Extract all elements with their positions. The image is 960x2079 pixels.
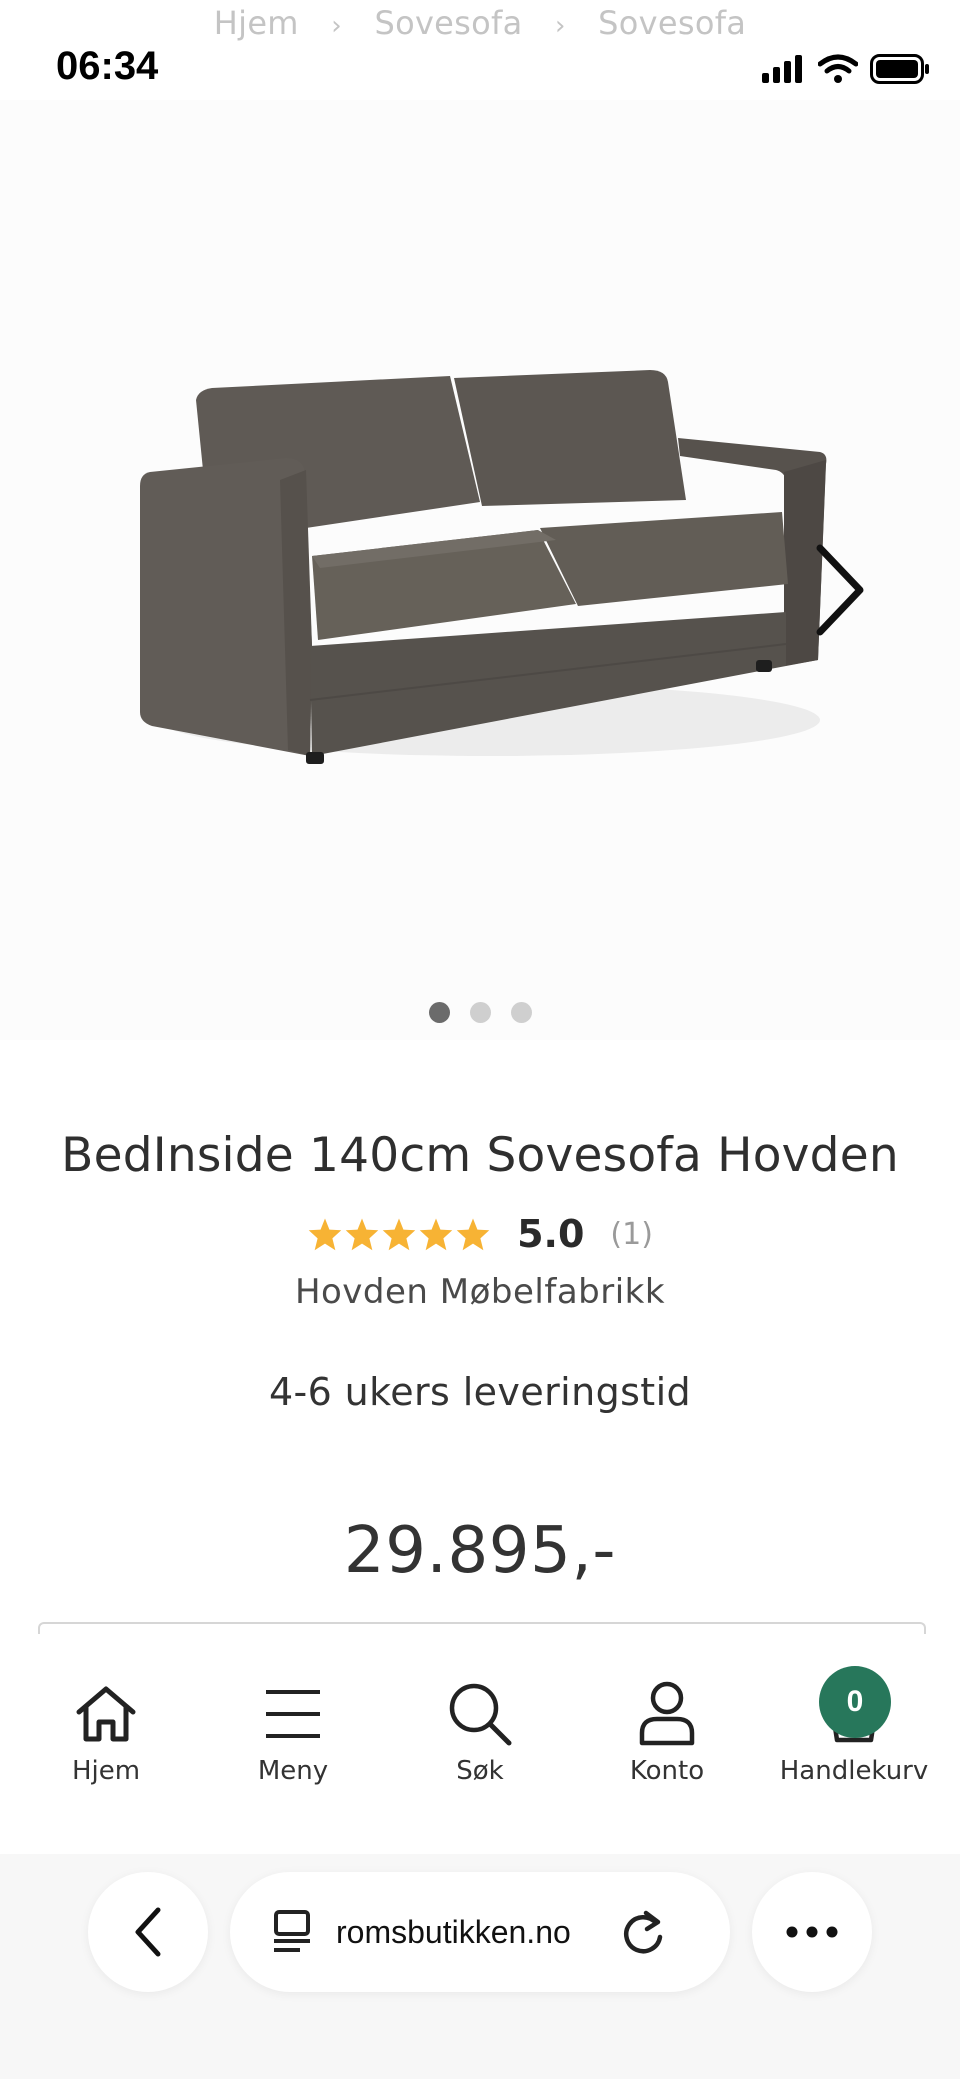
- product-price: 29.895,-: [343, 1514, 617, 1588]
- status-icons: [762, 52, 930, 86]
- star-icon: [419, 1218, 453, 1251]
- ellipsis-icon: [786, 1926, 838, 1938]
- breadcrumb: Hjem › Sovesofa › Sovesofa: [0, 4, 960, 42]
- star-icon: [308, 1218, 342, 1251]
- rating-value: 5.0: [517, 1212, 585, 1256]
- cart-count-badge: 0: [819, 1666, 891, 1738]
- product-brand[interactable]: Hovden Møbelfabrikk: [0, 1272, 960, 1312]
- browser-more-button[interactable]: [752, 1872, 872, 1992]
- status-time: 06:34: [56, 44, 159, 88]
- breadcrumb-item-current[interactable]: Sovesofa: [598, 4, 746, 42]
- product-rating[interactable]: 5.0 (1): [0, 1212, 960, 1256]
- star-icon: [456, 1218, 490, 1251]
- star-icon: [345, 1218, 379, 1251]
- reload-icon[interactable]: [620, 1907, 666, 1957]
- tab-label: Hjem: [71, 1756, 141, 1786]
- tab-label: Meny: [257, 1756, 329, 1786]
- bottom-tab-bar: Hjem Meny Søk Konto Handlekurv 0: [0, 1634, 960, 1854]
- breadcrumb-separator-icon: ›: [331, 11, 342, 41]
- review-count[interactable]: (1): [610, 1217, 653, 1252]
- gallery-pagination: [0, 1002, 960, 1023]
- delivery-time: 4-6 ukers leveringstid: [268, 1370, 692, 1414]
- breadcrumb-item-category[interactable]: Sovesofa: [374, 4, 522, 42]
- gallery-dot-3[interactable]: [510, 1002, 532, 1023]
- chevron-right-icon: [816, 544, 864, 636]
- page-settings-icon[interactable]: [270, 1909, 314, 1955]
- address-bar[interactable]: romsbutikken.no: [230, 1872, 730, 1992]
- breadcrumb-separator-icon: ›: [554, 11, 566, 41]
- menu-icon: [266, 1690, 320, 1738]
- url-text[interactable]: romsbutikken.no: [336, 1914, 606, 1951]
- tab-label: Konto: [629, 1756, 705, 1786]
- user-icon: [639, 1681, 695, 1746]
- tab-home[interactable]: Hjem: [21, 1676, 191, 1786]
- cellular-signal-icon: [762, 55, 802, 83]
- tab-account[interactable]: Konto: [582, 1676, 752, 1786]
- tab-menu[interactable]: Meny: [208, 1676, 378, 1786]
- gallery-dot-1[interactable]: [428, 1002, 450, 1023]
- chevron-left-icon: [135, 1907, 161, 1957]
- product-title: BedInside 140cm Sovesofa Hovden: [61, 1128, 899, 1183]
- rating-stars: [307, 1217, 491, 1251]
- star-icon: [382, 1218, 416, 1251]
- tab-label: Handlekurv: [779, 1756, 929, 1786]
- gallery-dot-2[interactable]: [469, 1002, 491, 1023]
- search-icon: [449, 1683, 512, 1746]
- browser-back-button[interactable]: [88, 1872, 208, 1992]
- home-icon: [76, 1686, 136, 1742]
- battery-icon: [870, 54, 929, 84]
- tab-label: Søk: [456, 1756, 504, 1786]
- tab-search[interactable]: Søk: [395, 1676, 565, 1786]
- next-image-button[interactable]: [806, 540, 870, 640]
- wifi-icon: [818, 54, 858, 83]
- breadcrumb-item-home[interactable]: Hjem: [214, 4, 299, 42]
